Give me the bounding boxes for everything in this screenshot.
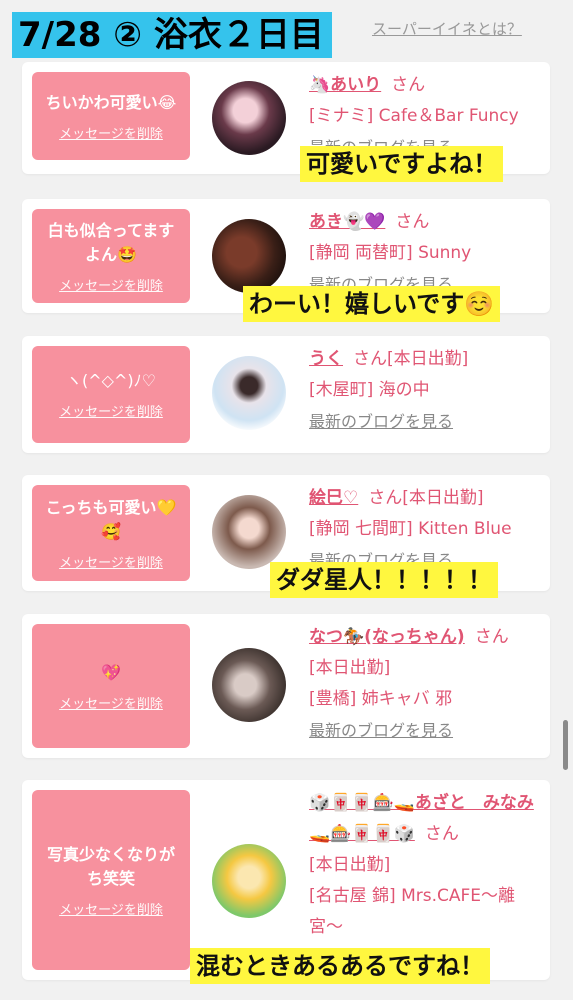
message-box: 白も似合ってますよん🤩 メッセージを削除 [32, 209, 190, 303]
today-working-status: [本日出勤] [309, 855, 391, 875]
honorific: さん [391, 75, 426, 95]
delete-message-link[interactable]: メッセージを削除 [59, 275, 163, 294]
shop-area: [木屋町] 海の中 [309, 380, 430, 400]
honorific: さん [395, 212, 430, 232]
avatar[interactable] [212, 219, 286, 293]
honorific: さん [353, 349, 387, 369]
message-text: こっちも可愛い💛🥰 [45, 497, 177, 541]
honorific: さん [424, 824, 459, 844]
shop-area: [静岡 七間町] Kitten Blue [309, 519, 512, 539]
shop-area: [名古屋 錦] Mrs.CAFE〜離宮〜 [309, 886, 516, 937]
honorific: さん [368, 488, 403, 508]
profile-name-link[interactable]: 🎲🀄🀄🎰🚤あざと みなみ🚤🎰🀄🀄🎲 [309, 793, 534, 844]
shop-area: [静岡 両替町] Sunny [309, 243, 472, 263]
message-box: ヽ(^◇^)ﾉ♡ メッセージを削除 [32, 346, 190, 443]
list-item: ヽ(^◇^)ﾉ♡ メッセージを削除 うく さん[本日出勤] [木屋町] 海の中 最… [22, 336, 550, 453]
delete-message-link[interactable]: メッセージを削除 [59, 693, 163, 712]
shop-area: [豊橋] 姉キャバ 邪 [309, 689, 453, 709]
message-text: ちいかわ可愛い😂 [45, 92, 177, 112]
overlay-caption: 混むときあるあるですね！ [190, 948, 490, 984]
message-box: ちいかわ可愛い😂 メッセージを削除 [32, 72, 190, 160]
message-box: 💖 メッセージを削除 [32, 624, 190, 748]
overlay-caption: わーい！嬉しいです☺️ [243, 286, 501, 322]
avatar[interactable] [212, 81, 286, 155]
avatar[interactable] [212, 495, 286, 569]
message-text: ヽ(^◇^)ﾉ♡ [66, 371, 156, 390]
message-box: 写真少なくなりがち笑笑 メッセージを削除 [32, 790, 190, 970]
page-title-banner: 7/28 ② 浴衣２日目 [12, 12, 332, 58]
message-text: 白も似合ってますよん🤩 [47, 220, 175, 264]
delete-message-link[interactable]: メッセージを削除 [59, 899, 163, 918]
super-iine-info-link[interactable]: スーパーイイネとは？ [372, 18, 522, 39]
profile-info: うく さん[本日出勤] [木屋町] 海の中 最新のブログを見る [309, 344, 536, 437]
delete-message-link[interactable]: メッセージを削除 [59, 123, 163, 142]
list-item: 💖 メッセージを削除 なつ🏇(なっちゃん) さん [本日出勤] [豊橋] 姉キャバ… [22, 614, 550, 758]
message-text: 💖 [101, 662, 121, 682]
delete-message-link[interactable]: メッセージを削除 [59, 401, 163, 420]
latest-blog-link[interactable]: 最新のブログを見る [309, 715, 536, 746]
latest-blog-link[interactable]: 最新のブログを見る [309, 406, 536, 437]
profile-name-link[interactable]: あき👻💜 [309, 212, 385, 232]
profile-info: 🎲🀄🀄🎰🚤あざと みなみ🚤🎰🀄🀄🎲 さん [本日出勤] [名古屋 錦] Mrs.C… [309, 788, 536, 974]
delete-message-link[interactable]: メッセージを削除 [59, 552, 163, 571]
overlay-caption: ダダ星人！！！！！ [270, 562, 498, 598]
message-text: 写真少なくなりがち笑笑 [46, 844, 175, 888]
profile-name-link[interactable]: うく [309, 349, 343, 369]
honorific: さん [474, 627, 509, 647]
message-box: こっちも可愛い💛🥰 メッセージを削除 [32, 485, 190, 581]
profile-name-link[interactable]: 絵巳♡ [309, 488, 358, 508]
today-working-status: [本日出勤] [309, 658, 391, 678]
avatar[interactable] [212, 356, 286, 430]
avatar[interactable] [212, 844, 286, 918]
avatar[interactable] [212, 648, 286, 722]
today-working-status: [本日出勤] [402, 488, 484, 508]
shop-area: [ミナミ] Cafe＆Bar Funcy [309, 106, 519, 126]
today-working-status: [本日出勤] [387, 349, 469, 369]
profile-name-link[interactable]: なつ🏇(なっちゃん) [309, 627, 465, 647]
overlay-caption: 可愛いですよね！ [300, 146, 504, 182]
profile-name-link[interactable]: 🦄あいり [309, 75, 381, 95]
scrollbar-thumb[interactable] [563, 720, 568, 770]
profile-info: なつ🏇(なっちゃん) さん [本日出勤] [豊橋] 姉キャバ 邪 最新のブログを見… [309, 622, 536, 746]
